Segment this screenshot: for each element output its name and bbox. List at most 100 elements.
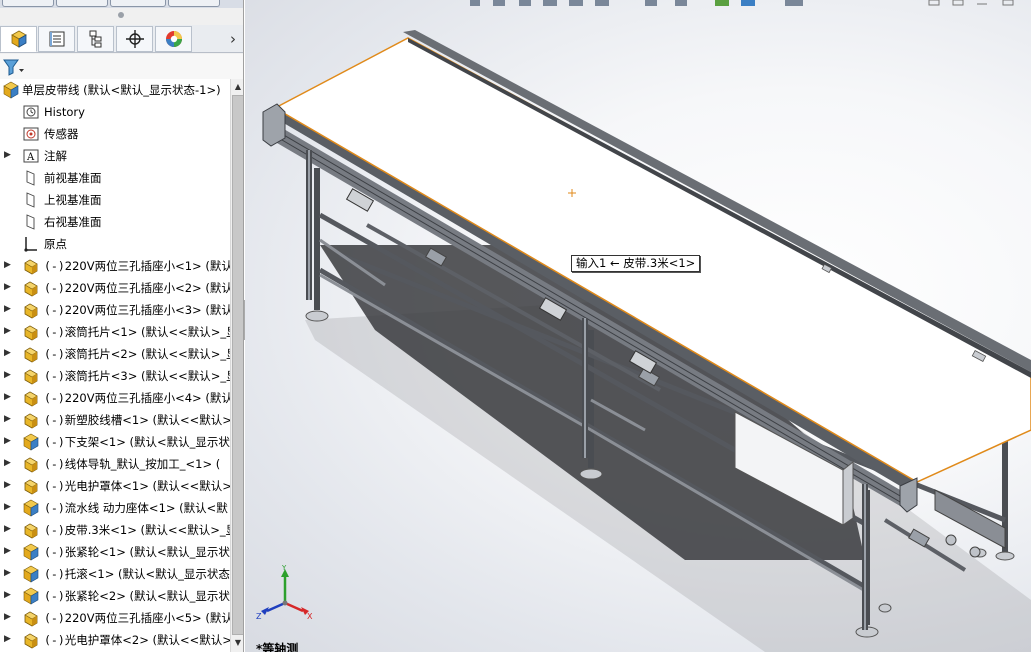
tree-item[interactable]: ▶ (-)光电护罩体<1> (默认<<默认>_ xyxy=(0,475,230,497)
reference-triad: Y X Z xyxy=(256,565,313,621)
top-tab-3[interactable] xyxy=(110,0,166,7)
expand-arrow-icon[interactable]: ▶ xyxy=(4,612,12,623)
tab-dimxpert-manager[interactable] xyxy=(116,26,153,52)
part-icon xyxy=(22,411,40,429)
scroll-down-icon[interactable]: ▼ xyxy=(232,636,243,650)
top-tab-4[interactable] xyxy=(168,0,220,7)
tab-configuration-manager[interactable] xyxy=(77,26,114,52)
tree-item-text: 滚筒托片<3> (默认<<默认>_显 xyxy=(64,369,230,383)
svg-text:A: A xyxy=(26,152,35,163)
dimxpert-icon xyxy=(125,30,144,48)
expand-arrow-icon[interactable]: ▶ xyxy=(4,260,12,271)
expand-arrow-icon[interactable]: ▶ xyxy=(4,568,12,579)
tree-item-label: 前视基准面 xyxy=(44,170,102,186)
tree-item[interactable]: History xyxy=(0,101,230,123)
manager-tabs: › xyxy=(0,25,243,53)
tree-item[interactable]: ▶ (-)线体导轨_默认_按加工_<1> ( xyxy=(0,453,230,475)
top-tab-2[interactable] xyxy=(56,0,108,7)
tree-item-text: 传感器 xyxy=(44,127,79,141)
expand-arrow-icon[interactable]: ▶ xyxy=(4,282,12,293)
plane-icon xyxy=(22,213,40,231)
tab-property-manager[interactable] xyxy=(38,26,75,52)
tree-item[interactable]: ▶ A 注解 xyxy=(0,145,230,167)
tree-item[interactable]: ▶ (-)滚筒托片<3> (默认<<默认>_显 xyxy=(0,365,230,387)
assembly-icon xyxy=(22,543,40,561)
tree-item-text: 新塑胶线槽<1> (默认<<默认>_ xyxy=(64,413,230,427)
expand-arrow-icon[interactable]: ▶ xyxy=(4,326,12,337)
expand-arrow-icon[interactable]: ▶ xyxy=(4,150,12,161)
tree-item[interactable]: 上视基准面 xyxy=(0,189,230,211)
tree-item[interactable]: ▶ (-)220V两位三孔插座小<3> (默认 xyxy=(0,299,230,321)
tree-item[interactable]: 原点 xyxy=(0,233,230,255)
suppression-prefix: (-) xyxy=(44,501,65,515)
expand-arrow-icon[interactable]: ▶ xyxy=(4,392,12,403)
history-icon xyxy=(22,103,40,121)
tree-item[interactable]: ▶ (-)滚筒托片<2> (默认<<默认>_显 xyxy=(0,343,230,365)
panel-grip[interactable] xyxy=(118,12,124,18)
tree-item[interactable]: ▶ (-)220V两位三孔插座小<4> (默认 xyxy=(0,387,230,409)
assembly-icon xyxy=(2,81,20,99)
tree-item-text: 光电护罩体<2> (默认<<默认>_ xyxy=(64,633,230,647)
tree-item-label: (-)托滚<1> (默认<默认_显示状态 xyxy=(44,566,230,582)
expand-arrow-icon[interactable]: ▶ xyxy=(4,458,12,469)
expand-arrow-icon[interactable]: ▶ xyxy=(4,524,12,535)
chevron-right-icon[interactable]: › xyxy=(226,30,240,48)
tree-item-text: 220V两位三孔插座小<2> (默认 xyxy=(64,281,230,295)
tree-item-text: 前视基准面 xyxy=(44,171,102,185)
expand-arrow-icon[interactable]: ▶ xyxy=(4,546,12,557)
conveyor-model[interactable] xyxy=(245,0,1031,652)
top-tab-1[interactable] xyxy=(2,0,54,7)
tab-display-manager[interactable] xyxy=(155,26,192,52)
expand-arrow-icon[interactable]: ▶ xyxy=(4,348,12,359)
tree-item[interactable]: ▶ (-)光电护罩体<2> (默认<<默认>_ xyxy=(0,629,230,651)
triad-y-label: Y xyxy=(281,565,287,572)
part-icon xyxy=(22,257,40,275)
tree-item-label: (-)220V两位三孔插座小<4> (默认 xyxy=(44,390,230,406)
scroll-up-icon[interactable]: ▲ xyxy=(232,80,243,94)
expand-arrow-icon[interactable]: ▶ xyxy=(4,370,12,381)
expand-arrow-icon[interactable]: ▶ xyxy=(4,502,12,513)
expand-arrow-icon[interactable]: ▶ xyxy=(4,304,12,315)
tree-item-label: (-)线体导轨_默认_按加工_<1> ( xyxy=(44,456,220,472)
tree-item-text: 光电护罩体<1> (默认<<默认>_ xyxy=(64,479,230,493)
feature-tree: 单层皮带线 (默认<默认_显示状态-1>) History 传感器 ▶ A 注解 前视基准面… xyxy=(0,79,230,652)
tree-item[interactable]: ▶ (-)220V两位三孔插座小<5> (默认 xyxy=(0,607,230,629)
tree-item[interactable]: ▶ (-)托滚<1> (默认<默认_显示状态 xyxy=(0,563,230,585)
expand-arrow-icon[interactable]: ▶ xyxy=(4,634,12,645)
expand-arrow-icon[interactable]: ▶ xyxy=(4,480,12,491)
feature-manager-icon xyxy=(10,30,27,48)
graphics-area[interactable]: 输入1 ← 皮带.3米<1> Y X Z *等轴测 xyxy=(245,0,1031,652)
tree-item[interactable]: ▶ (-)滚筒托片<1> (默认<<默认>_显 xyxy=(0,321,230,343)
tree-item[interactable]: ▶ (-)下支架<1> (默认<默认_显示状 xyxy=(0,431,230,453)
tree-root-assembly[interactable]: 单层皮带线 (默认<默认_显示状态-1>) xyxy=(0,79,230,101)
tree-item[interactable]: 前视基准面 xyxy=(0,167,230,189)
tree-item-text: 张紧轮<1> (默认<默认_显示状 xyxy=(64,545,230,559)
tree-item-text: 单层皮带线 (默认<默认_显示状态-1>) xyxy=(22,83,221,97)
expand-arrow-icon[interactable]: ▶ xyxy=(4,414,12,425)
tree-item[interactable]: ▶ (-)220V两位三孔插座小<2> (默认 xyxy=(0,277,230,299)
expand-arrow-icon[interactable]: ▶ xyxy=(4,436,12,447)
suppression-prefix: (-) xyxy=(44,413,65,427)
tree-item[interactable]: ▶ (-)220V两位三孔插座小<1> (默认 xyxy=(0,255,230,277)
tree-item-text: 托滚<1> (默认<默认_显示状态 xyxy=(64,567,230,581)
tree-item-label: (-)滚筒托片<2> (默认<<默认>_显 xyxy=(44,346,230,362)
scrollbar-thumb[interactable] xyxy=(232,95,243,635)
suppression-prefix: (-) xyxy=(44,611,65,625)
tree-item-text: History xyxy=(44,105,85,119)
tree-scrollbar[interactable]: ▲ ▼ xyxy=(230,79,243,652)
part-icon xyxy=(22,345,40,363)
tree-item[interactable]: 传感器 xyxy=(0,123,230,145)
tree-item[interactable]: ▶ (-)皮带.3米<1> (默认<<默认>_显 xyxy=(0,519,230,541)
tree-item[interactable]: ▶ (-)流水线 动力座体<1> (默认<默 xyxy=(0,497,230,519)
filter-icon[interactable] xyxy=(3,58,25,76)
tree-item-label: (-)滚筒托片<1> (默认<<默认>_显 xyxy=(44,324,230,340)
part-icon xyxy=(22,631,40,649)
tree-item[interactable]: ▶ (-)新塑胶线槽<1> (默认<<默认>_ xyxy=(0,409,230,431)
tab-feature-manager[interactable] xyxy=(0,26,37,52)
tree-item[interactable]: 右视基准面 xyxy=(0,211,230,233)
tree-item-text: 皮带.3米<1> (默认<<默认>_显 xyxy=(64,523,230,537)
tree-item[interactable]: ▶ (-)张紧轮<2> (默认<默认_显示状 xyxy=(0,585,230,607)
tree-item[interactable]: ▶ (-)张紧轮<1> (默认<默认_显示状 xyxy=(0,541,230,563)
suppression-prefix: (-) xyxy=(44,303,65,317)
expand-arrow-icon[interactable]: ▶ xyxy=(4,590,12,601)
